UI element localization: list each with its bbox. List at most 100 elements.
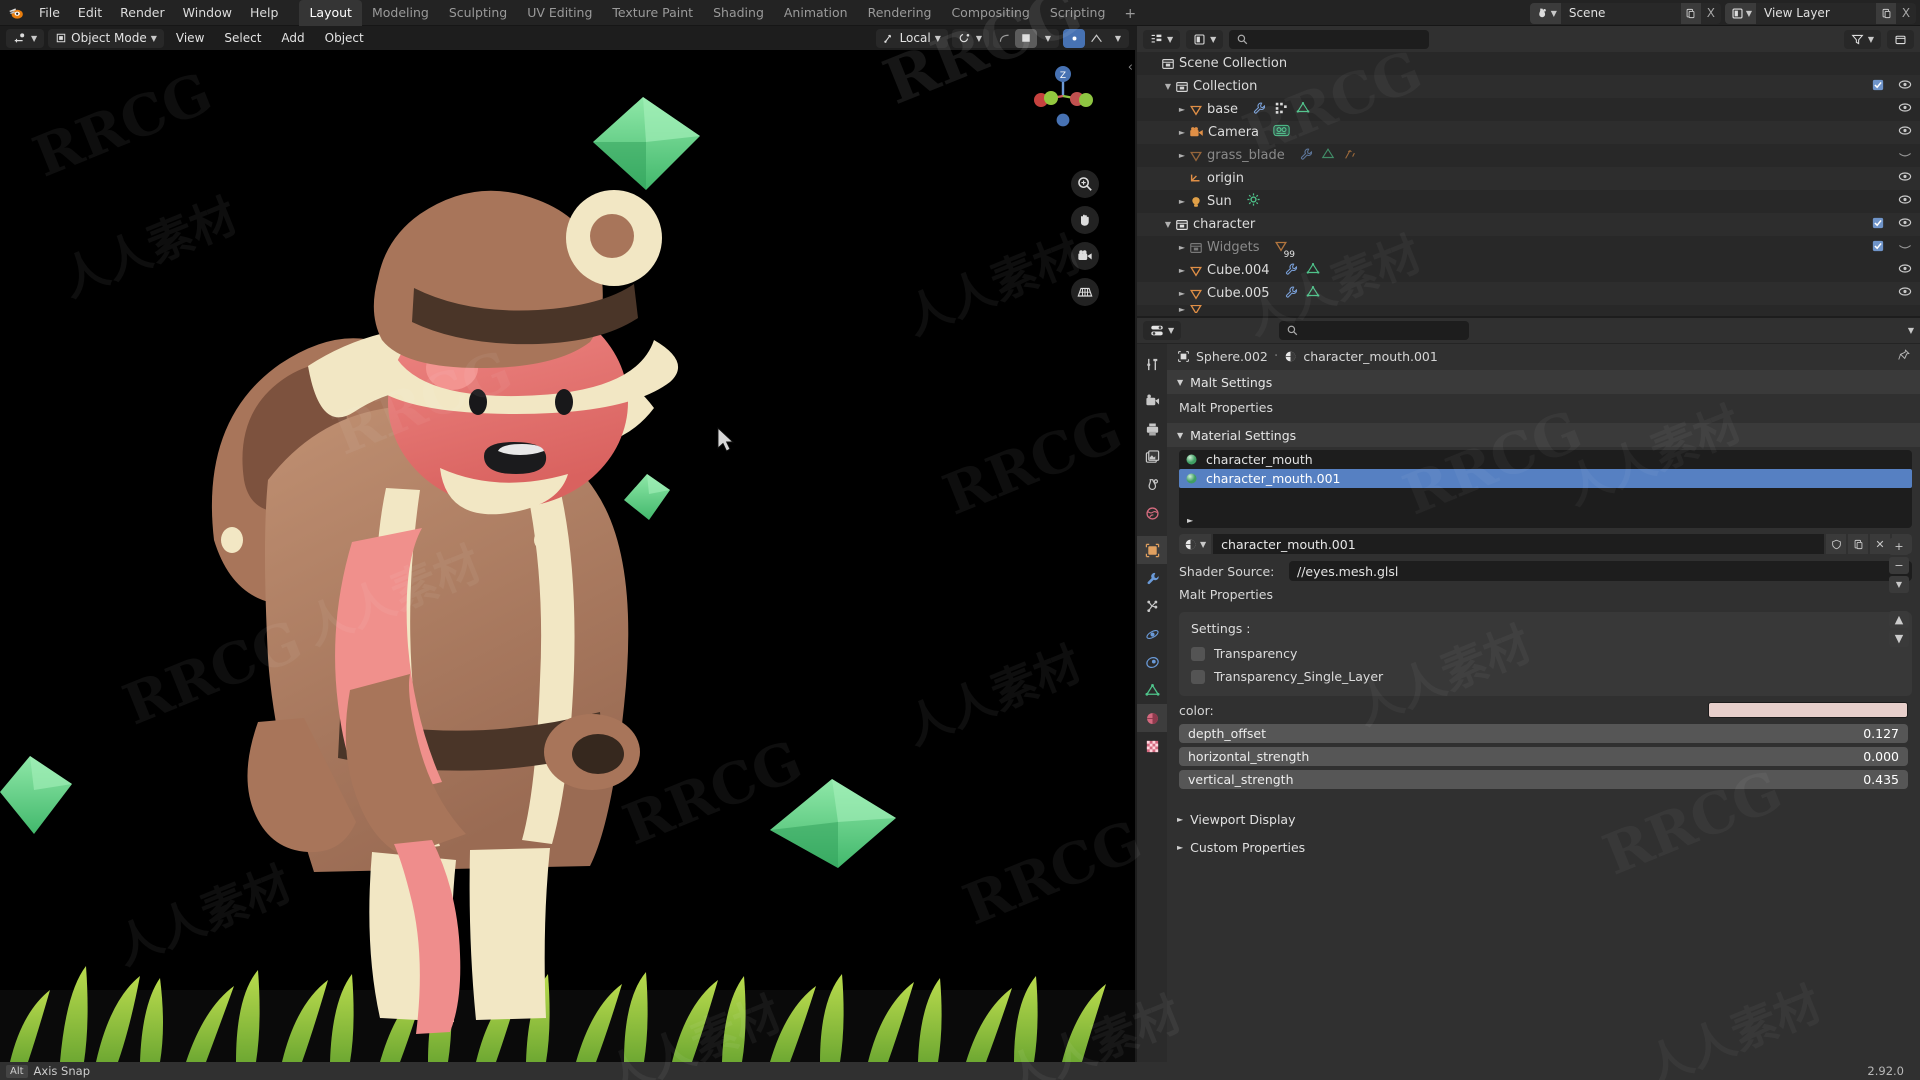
eye-icon[interactable] [1898,194,1912,209]
remove-material-slot-button[interactable]: − [1889,557,1909,574]
sun-data-icon[interactable] [1246,192,1261,211]
navigation-gizmo[interactable]: Z [1027,60,1099,132]
add-material-slot-button[interactable]: + [1889,538,1909,555]
expander-icon[interactable]: ► [1175,128,1189,137]
panel-custom-properties[interactable]: ► Custom Properties [1167,835,1920,859]
outliner-row-cube-005[interactable]: ► Cube.005 [1137,282,1920,305]
eye-closed-icon[interactable] [1898,240,1912,255]
color-swatch[interactable] [1708,702,1908,718]
checkbox-row-transparency-single-layer[interactable]: Transparency_Single_Layer [1179,665,1912,688]
mesh-data-icon[interactable] [1296,101,1310,119]
viewport-menu-object[interactable]: Object [317,29,372,48]
new-view-layer-button[interactable] [1876,2,1896,24]
scene-selector[interactable]: ▼ Scene X [1529,2,1721,24]
outliner-row-sun[interactable]: ► Sun [1137,190,1920,213]
tab-texture-paint[interactable]: Texture Paint [602,0,703,26]
expander-icon[interactable]: ► [1175,105,1189,114]
tab-scripting[interactable]: Scripting [1040,0,1116,26]
modifier-wrench-icon[interactable] [1299,147,1313,165]
checkbox-icon[interactable] [1872,240,1884,256]
tab-uv-editing[interactable]: UV Editing [517,0,602,26]
slider-horizontal-strength[interactable]: horizontal_strength 0.000 [1179,747,1908,766]
outliner-row-character[interactable]: ▼ character [1137,213,1920,236]
sidebar-collapse-icon[interactable]: ‹ [1128,60,1133,75]
material-name-field[interactable]: character_mouth.001 [1213,534,1824,554]
breadcrumb-object[interactable]: Sphere.002 [1196,349,1268,364]
expand-right-icon[interactable]: ► [1187,516,1193,525]
eye-icon[interactable] [1898,263,1912,278]
zoom-icon[interactable] [1071,170,1099,198]
mesh-data-icon[interactable] [1306,262,1320,280]
eye-icon[interactable] [1898,102,1912,117]
pan-hand-icon[interactable] [1071,206,1099,234]
outliner-display-mode-dropdown[interactable]: ▼ [1186,29,1224,49]
eye-icon[interactable] [1898,217,1912,232]
view-layer-selector[interactable]: ▼ View Layer X [1724,2,1916,24]
transparency-checkbox[interactable] [1191,646,1205,661]
breadcrumb-material[interactable]: character_mouth.001 [1303,349,1438,364]
properties-search-input[interactable] [1279,321,1470,340]
menu-window[interactable]: Window [174,2,241,23]
add-workspace-button[interactable]: + [1115,2,1145,26]
menu-help[interactable]: Help [241,2,288,23]
tab-render[interactable] [1137,387,1167,415]
expander-icon[interactable]: ► [1175,151,1189,160]
outliner-row-cube-004[interactable]: ► Cube.004 [1137,259,1920,282]
outliner-editor-type-button[interactable]: ▼ [1143,29,1181,49]
tab-shading[interactable]: Shading [703,0,774,26]
checkbox-icon[interactable] [1872,217,1884,233]
particles-icon[interactable] [1343,147,1357,165]
scene-icon[interactable]: ▼ [1529,2,1561,24]
camera-view-icon[interactable] [1071,242,1099,270]
checkbox-row-transparency[interactable]: Transparency [1179,642,1912,665]
tab-object-data[interactable] [1137,676,1167,704]
expander-icon[interactable]: ▼ [1161,82,1175,91]
panel-material-settings[interactable]: ▼ Material Settings [1167,423,1920,447]
eye-icon[interactable] [1898,171,1912,186]
view-layer-name[interactable]: View Layer [1756,2,1876,24]
shader-source-field[interactable]: //eyes.mesh.glsl [1289,561,1912,581]
properties-editor-type-button[interactable]: ▼ [1143,321,1182,340]
browse-material-button[interactable]: ▼ [1179,534,1212,554]
menu-render[interactable]: Render [111,2,174,23]
eye-icon[interactable] [1898,125,1912,140]
material-slot-row[interactable]: character_mouth [1179,450,1912,469]
expander-icon[interactable]: ► [1175,243,1189,252]
viewport-menu-view[interactable]: View [168,29,212,48]
outliner-row-widgets[interactable]: ► Widgets 99 [1137,236,1920,260]
pin-icon[interactable] [1898,348,1910,364]
viewport-menu-select[interactable]: Select [216,29,269,48]
mesh-data-icon[interactable] [1306,285,1320,303]
move-slot-down-button[interactable]: ▼ [1889,630,1909,647]
outliner-tree[interactable]: Scene Collection ▼ Collection ► base ► C… [1137,52,1920,316]
slider-depth-offset[interactable]: depth_offset 0.127 [1179,724,1908,743]
outliner-row-grass-blade[interactable]: ► grass_blade [1137,144,1920,167]
menu-file[interactable]: File [30,2,69,23]
toggle-perspective-icon[interactable] [1071,278,1099,306]
expander-icon[interactable]: ▼ [1161,220,1175,229]
material-slot-list[interactable]: character_mouth character_mouth.001 ► [1179,450,1912,528]
outliner-new-collection-button[interactable] [1887,29,1914,49]
outliner-filter-button[interactable]: ▼ [1843,29,1881,49]
snapping-dropdown[interactable]: ▼ [951,28,989,48]
transform-orientation-dropdown[interactable]: Local ▼ [875,28,948,48]
3d-viewport[interactable]: Z ‹ [0,50,1135,1062]
chevron-down-icon[interactable]: ▼ [1037,29,1059,48]
outliner-search-input[interactable] [1229,29,1430,49]
tab-modeling[interactable]: Modeling [362,0,439,26]
modifier-wrench-icon[interactable] [1284,285,1298,303]
tab-view-layer[interactable] [1137,443,1167,471]
remove-view-layer-button[interactable]: X [1896,3,1916,24]
editor-type-button[interactable]: ▼ [6,28,45,48]
expander-icon[interactable]: ► [1175,305,1189,313]
tab-layout[interactable]: Layout [299,0,362,26]
slider-vertical-strength[interactable]: vertical_strength 0.435 [1179,770,1908,789]
tab-compositing[interactable]: Compositing [941,0,1039,26]
outliner-row-camera[interactable]: ► Camera [1137,121,1920,144]
outliner-row-collection[interactable]: ▼ Collection [1137,75,1920,98]
eye-icon[interactable] [1898,286,1912,301]
tab-object[interactable] [1137,536,1167,564]
tab-constraints[interactable] [1137,648,1167,676]
tab-world[interactable] [1137,499,1167,527]
viewport-menu-add[interactable]: Add [273,29,312,48]
